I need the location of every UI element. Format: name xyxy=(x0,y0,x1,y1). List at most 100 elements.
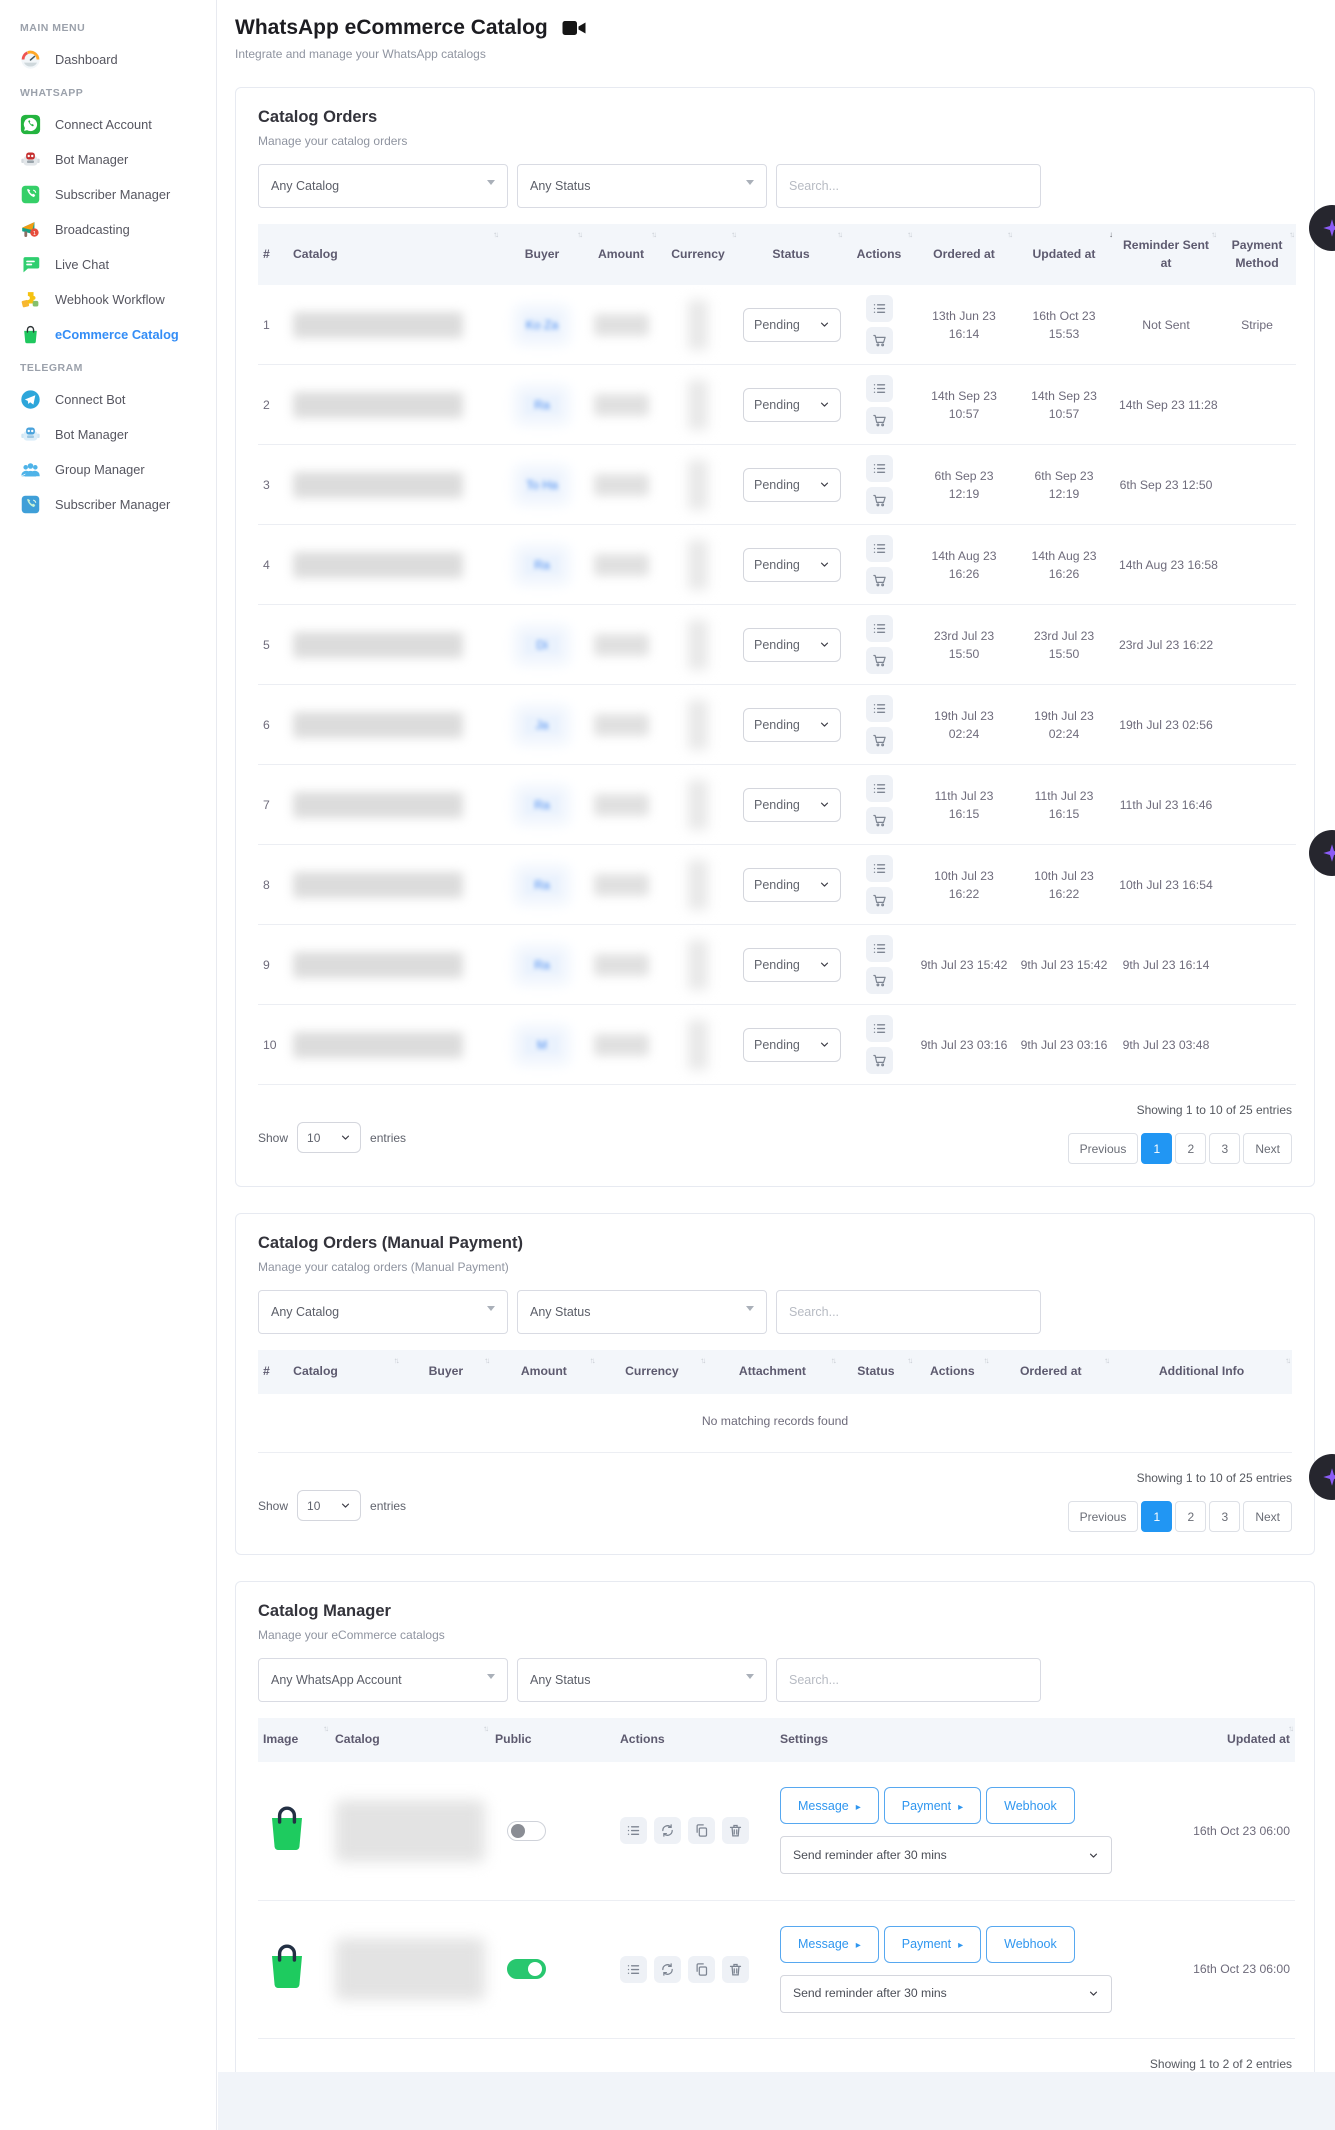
column-header[interactable]: Catalog↑↓ xyxy=(330,1718,490,1762)
column-header[interactable]: Status↑↓ xyxy=(838,1350,914,1394)
order-details-button[interactable] xyxy=(866,455,893,482)
column-header[interactable]: Image↑↓ xyxy=(258,1718,330,1762)
page-number-button[interactable]: 3 xyxy=(1209,1133,1240,1164)
order-status-select[interactable]: Pending xyxy=(743,548,841,582)
column-header[interactable]: Actions↑↓ xyxy=(844,224,914,285)
message-button[interactable]: Message xyxy=(780,1926,879,1963)
column-header[interactable]: Reminder Sent at↑↓ xyxy=(1114,224,1218,285)
order-status-select[interactable]: Pending xyxy=(743,708,841,742)
page-size-select[interactable]: 10 xyxy=(297,1122,361,1153)
delete-button[interactable] xyxy=(722,1956,749,1983)
sidebar-item[interactable]: Group Manager xyxy=(14,452,206,487)
column-header[interactable]: Updated at↑↓ xyxy=(1180,1718,1295,1762)
catalog-items-button[interactable] xyxy=(620,1956,647,1983)
column-header[interactable]: Public xyxy=(490,1718,615,1762)
page-number-button[interactable]: 1 xyxy=(1141,1133,1172,1164)
order-cart-button[interactable] xyxy=(866,487,893,514)
next-page-button[interactable]: Next xyxy=(1243,1133,1292,1164)
order-details-button[interactable] xyxy=(866,535,893,562)
order-details-button[interactable] xyxy=(866,1015,893,1042)
buyer-link[interactable]: Ja xyxy=(525,716,559,734)
order-details-button[interactable] xyxy=(866,855,893,882)
order-status-select[interactable]: Pending xyxy=(743,788,841,822)
webhook-button[interactable]: Webhook xyxy=(986,1926,1075,1963)
buyer-link[interactable]: To Ha xyxy=(525,476,559,494)
column-header[interactable]: Status↑↓ xyxy=(738,224,844,285)
order-status-select[interactable]: Pending xyxy=(743,868,841,902)
order-cart-button[interactable] xyxy=(866,407,893,434)
column-header[interactable]: Actions xyxy=(615,1718,775,1762)
previous-page-button[interactable]: Previous xyxy=(1068,1133,1139,1164)
sidebar-item[interactable]: Connect Account xyxy=(14,107,206,142)
column-header[interactable]: Currency↑↓ xyxy=(658,224,738,285)
sidebar-item[interactable]: 1 Broadcasting xyxy=(14,212,206,247)
buyer-link[interactable]: Ra xyxy=(525,796,559,814)
buyer-link[interactable]: M xyxy=(525,1036,559,1054)
buyer-link[interactable]: Di xyxy=(525,636,559,654)
sidebar-item[interactable]: Connect Bot xyxy=(14,382,206,417)
public-toggle[interactable] xyxy=(507,1959,546,1979)
previous-page-button[interactable]: Previous xyxy=(1068,1501,1139,1532)
order-cart-button[interactable] xyxy=(866,647,893,674)
column-header[interactable]: Settings xyxy=(775,1718,1180,1762)
column-header[interactable]: Buyer↑↓ xyxy=(401,1350,491,1394)
order-cart-button[interactable] xyxy=(866,807,893,834)
video-camera-icon[interactable] xyxy=(562,17,586,39)
order-status-select[interactable]: Pending xyxy=(743,308,841,342)
sync-button[interactable] xyxy=(654,1817,681,1844)
webhook-button[interactable]: Webhook xyxy=(986,1787,1075,1824)
sidebar-item[interactable]: Live Chat xyxy=(14,247,206,282)
column-header[interactable]: Ordered at↑↓ xyxy=(990,1350,1111,1394)
order-status-select[interactable]: Pending xyxy=(743,948,841,982)
column-header[interactable]: Catalog↑↓ xyxy=(288,1350,401,1394)
column-header[interactable]: Catalog↑↓ xyxy=(288,224,500,285)
message-button[interactable]: Message xyxy=(780,1787,879,1824)
sidebar-item[interactable]: Dashboard xyxy=(14,42,206,77)
search-input[interactable] xyxy=(776,1290,1041,1334)
next-page-button[interactable]: Next xyxy=(1243,1501,1292,1532)
order-cart-button[interactable] xyxy=(866,967,893,994)
whatsapp-account-filter-select[interactable]: Any WhatsApp Account xyxy=(258,1658,508,1702)
order-details-button[interactable] xyxy=(866,375,893,402)
column-header[interactable]: Ordered at↑↓ xyxy=(914,224,1014,285)
status-filter-select[interactable]: Any Status xyxy=(517,164,767,208)
search-input[interactable] xyxy=(776,1658,1041,1702)
page-number-button[interactable]: 3 xyxy=(1209,1501,1240,1532)
catalog-filter-select[interactable]: Any Catalog xyxy=(258,1290,508,1334)
order-cart-button[interactable] xyxy=(866,327,893,354)
reminder-interval-select[interactable]: Send reminder after 30 mins xyxy=(780,1836,1112,1874)
buyer-link[interactable]: Ra xyxy=(525,556,559,574)
order-details-button[interactable] xyxy=(866,615,893,642)
payment-button[interactable]: Payment xyxy=(884,1926,981,1963)
column-header[interactable]: Updated at↓ xyxy=(1014,224,1114,285)
column-header[interactable]: # xyxy=(258,1350,288,1394)
order-details-button[interactable] xyxy=(866,295,893,322)
order-details-button[interactable] xyxy=(866,695,893,722)
sidebar-item[interactable]: Subscriber Manager xyxy=(14,177,206,212)
page-number-button[interactable]: 2 xyxy=(1175,1133,1206,1164)
column-header[interactable]: Actions↑↓ xyxy=(914,1350,990,1394)
order-cart-button[interactable] xyxy=(866,567,893,594)
page-size-select[interactable]: 10 xyxy=(297,1490,361,1521)
buyer-link[interactable]: Ko Za xyxy=(525,316,559,334)
order-cart-button[interactable] xyxy=(866,1047,893,1074)
sidebar-item[interactable]: Webhook Workflow xyxy=(14,282,206,317)
page-number-button[interactable]: 2 xyxy=(1175,1501,1206,1532)
column-header[interactable]: Buyer↑↓ xyxy=(500,224,584,285)
column-header[interactable]: Attachment↑↓ xyxy=(707,1350,838,1394)
buyer-link[interactable]: Ra xyxy=(525,396,559,414)
catalog-items-button[interactable] xyxy=(620,1817,647,1844)
order-details-button[interactable] xyxy=(866,775,893,802)
copy-button[interactable] xyxy=(688,1956,715,1983)
order-status-select[interactable]: Pending xyxy=(743,388,841,422)
search-input[interactable] xyxy=(776,164,1041,208)
buyer-link[interactable]: Ra xyxy=(525,956,559,974)
sidebar-item[interactable]: Bot Manager xyxy=(14,417,206,452)
column-header[interactable]: Amount↑↓ xyxy=(491,1350,597,1394)
copy-button[interactable] xyxy=(688,1817,715,1844)
sidebar-item[interactable]: Subscriber Manager xyxy=(14,487,206,522)
sidebar-item[interactable]: Bot Manager xyxy=(14,142,206,177)
order-status-select[interactable]: Pending xyxy=(743,628,841,662)
page-number-button[interactable]: 1 xyxy=(1141,1501,1172,1532)
order-status-select[interactable]: Pending xyxy=(743,1028,841,1062)
